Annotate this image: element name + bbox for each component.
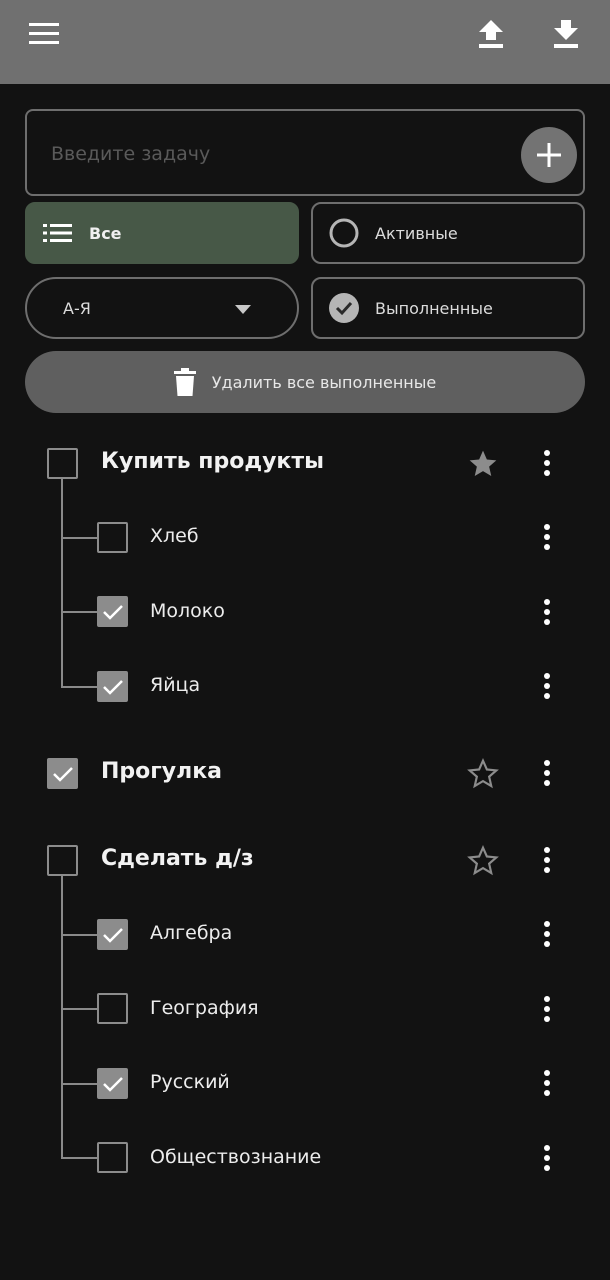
check-circle-icon <box>327 291 361 325</box>
filter-all-button[interactable]: Все <box>25 202 299 264</box>
subtask-checkbox[interactable] <box>97 993 128 1024</box>
tree-line <box>61 479 63 688</box>
sort-selected-label: А-Я <box>63 298 91 318</box>
subtask-title: Яйца <box>150 674 201 696</box>
subtask-checkbox-checked[interactable] <box>97 596 128 627</box>
check-icon <box>102 1076 123 1092</box>
filter-done-button[interactable]: Выполненные <box>311 277 585 339</box>
subtask-title: Алгебра <box>150 922 233 944</box>
upload-button[interactable] <box>467 10 515 58</box>
more-options-icon[interactable] <box>532 592 562 632</box>
filter-active-button[interactable]: Активные <box>311 202 585 264</box>
app-bar <box>0 0 610 84</box>
tree-line <box>61 686 97 688</box>
more-options-icon[interactable] <box>532 443 562 483</box>
tree-line <box>61 611 97 613</box>
task-title: Прогулка <box>101 759 222 784</box>
more-options-icon[interactable] <box>532 517 562 557</box>
plus-icon <box>537 143 561 167</box>
check-icon <box>102 604 123 620</box>
radio-empty-icon <box>327 216 361 250</box>
star-filled-icon[interactable] <box>466 447 500 481</box>
star-outline-icon[interactable] <box>466 844 500 878</box>
tree-line <box>61 876 63 1159</box>
task-checkbox[interactable] <box>47 448 78 479</box>
more-options-icon[interactable] <box>532 1063 562 1103</box>
check-icon <box>102 679 123 695</box>
list-icon <box>41 216 75 250</box>
task-title: Сделать д/з <box>101 846 254 871</box>
tree-line <box>61 1083 97 1085</box>
more-options-icon[interactable] <box>532 914 562 954</box>
more-options-icon[interactable] <box>532 666 562 706</box>
upload-icon <box>479 20 503 48</box>
subtask-checkbox[interactable] <box>97 1142 128 1173</box>
filter-all-label: Все <box>89 223 122 243</box>
filter-active-label: Активные <box>375 223 458 243</box>
filter-done-label: Выполненные <box>375 298 493 318</box>
task-title: Купить продукты <box>101 449 325 474</box>
more-options-icon[interactable] <box>532 753 562 793</box>
download-button[interactable] <box>542 10 590 58</box>
more-options-icon[interactable] <box>532 1138 562 1178</box>
task-checkbox[interactable] <box>47 845 78 876</box>
task-input[interactable] <box>51 137 511 171</box>
tree-line <box>61 1008 97 1010</box>
subtask-title: Молоко <box>150 600 225 622</box>
add-task-button[interactable] <box>521 127 577 183</box>
more-options-icon[interactable] <box>532 840 562 880</box>
menu-button[interactable] <box>20 10 68 58</box>
delete-all-done-button[interactable]: Удалить все выполненные <box>25 351 585 413</box>
sort-dropdown[interactable]: А-Я <box>25 277 299 339</box>
check-icon <box>102 927 123 943</box>
tree-line <box>61 1157 97 1159</box>
subtask-title: География <box>150 997 259 1019</box>
more-options-icon[interactable] <box>532 989 562 1029</box>
dropdown-arrow-icon <box>235 305 251 314</box>
task-checkbox-checked[interactable] <box>47 758 78 789</box>
subtask-checkbox-checked[interactable] <box>97 1068 128 1099</box>
tree-line <box>61 537 97 539</box>
delete-all-done-label: Удалить все выполненные <box>211 372 437 392</box>
check-icon <box>52 766 73 782</box>
star-outline-icon[interactable] <box>466 757 500 791</box>
subtask-title: Обществознание <box>150 1146 322 1168</box>
menu-icon <box>29 23 59 44</box>
subtask-checkbox-checked[interactable] <box>97 671 128 702</box>
tree-line <box>61 934 97 936</box>
trash-icon <box>173 368 196 396</box>
subtask-checkbox-checked[interactable] <box>97 919 128 950</box>
subtask-title: Хлеб <box>150 525 199 547</box>
task-input-container <box>25 109 585 196</box>
subtask-checkbox[interactable] <box>97 522 128 553</box>
download-icon <box>554 20 578 48</box>
subtask-title: Русский <box>150 1071 230 1093</box>
